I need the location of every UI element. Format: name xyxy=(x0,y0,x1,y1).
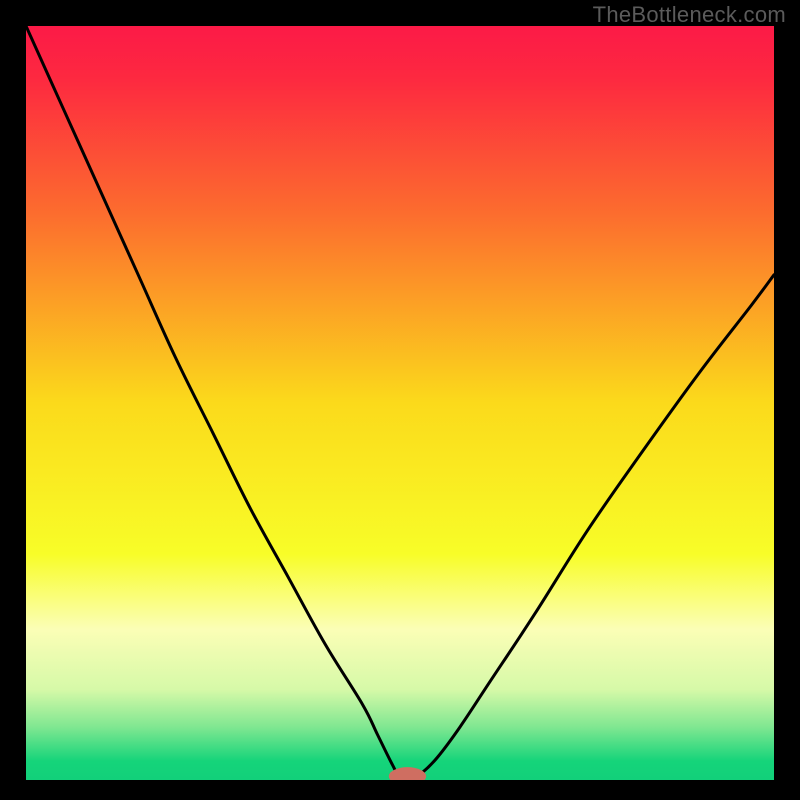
watermark-text: TheBottleneck.com xyxy=(593,2,786,28)
bottleneck-chart xyxy=(0,0,800,800)
chart-frame: TheBottleneck.com xyxy=(0,0,800,800)
optimal-marker xyxy=(389,767,426,785)
plot-background xyxy=(26,26,774,780)
